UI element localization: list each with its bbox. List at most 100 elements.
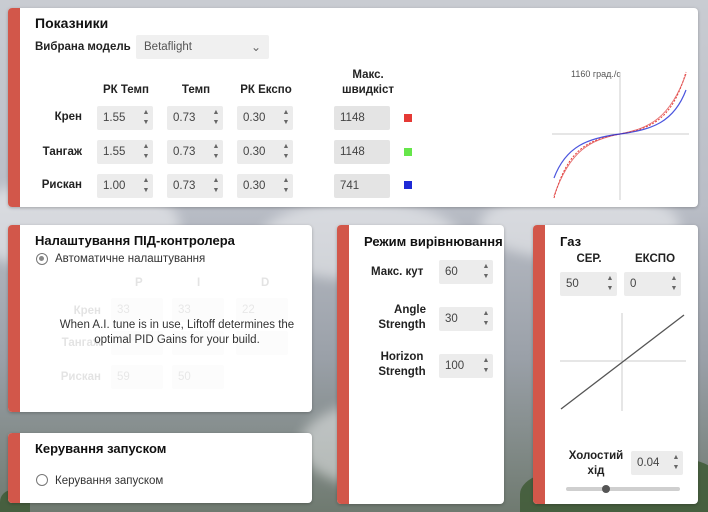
panel-accent [8, 225, 20, 412]
max-speed-pitch: 1148 [334, 140, 390, 164]
col-i: I [197, 277, 201, 289]
launch-title: Керування запуском [35, 441, 167, 456]
col-p: P [135, 277, 143, 289]
color-swatch-pitch [404, 148, 412, 156]
rate-input-yaw[interactable]: 0.73 ▲ ▼ [167, 174, 223, 198]
spinner-icon[interactable]: ▲ ▼ [281, 176, 291, 196]
throttle-mid-label: СЕР. [576, 253, 602, 265]
angle-strength-label-1: Angle [394, 304, 426, 316]
rc-rate-input-roll[interactable]: 1.55 ▲ ▼ [97, 106, 153, 130]
spinner-icon[interactable]: ▲ ▼ [481, 356, 491, 376]
value: 50 [566, 278, 579, 290]
panel-accent [8, 433, 20, 503]
horizon-strength-label-2: Strength [378, 366, 426, 378]
spinner-icon[interactable]: ▲ ▼ [211, 108, 221, 128]
idle-label-1: Холостий [568, 450, 624, 462]
value: 0.30 [243, 180, 266, 192]
value: 0 [630, 278, 637, 290]
col-d: D [261, 277, 270, 289]
throttle-expo-label: ЕКСПО [634, 253, 676, 265]
value: 1.00 [103, 180, 126, 192]
value: 0.73 [173, 146, 196, 158]
throttle-mid-input[interactable]: 50 ▲ ▼ [560, 272, 617, 296]
rates-title: Показники [35, 15, 109, 31]
launch-control-radio[interactable] [36, 474, 48, 486]
spinner-icon[interactable]: ▲ ▼ [481, 309, 491, 329]
rc-expo-input-roll[interactable]: 0.30 ▲ ▼ [237, 106, 293, 130]
max-angle-input[interactable]: 60 ▲ ▼ [439, 260, 493, 284]
launch-control-label[interactable]: Керування запуском [55, 475, 163, 487]
angle-strength-input[interactable]: 30 ▲ ▼ [439, 307, 493, 331]
rc-expo-input-yaw[interactable]: 0.30 ▲ ▼ [237, 174, 293, 198]
rc-rate-input-pitch[interactable]: 1.55 ▲ ▼ [97, 140, 153, 164]
idle-input[interactable]: 0.04 ▲ ▼ [631, 451, 683, 475]
value: 1.55 [103, 112, 126, 124]
value: 100 [445, 360, 465, 372]
spinner-icon[interactable]: ▲ ▼ [211, 176, 221, 196]
row-label-pitch: Тангаж [42, 146, 82, 158]
p-input-yaw: 59 [111, 365, 163, 389]
idle-label-2: хід [587, 465, 605, 477]
spinner-icon[interactable]: ▲ ▼ [481, 262, 491, 282]
spinner-icon[interactable]: ▲ ▼ [211, 142, 221, 162]
spinner-icon[interactable]: ▲ ▼ [141, 108, 151, 128]
level-mode-panel: Режим вирівнювання Макс. кут 60 ▲ ▼ Angle … [337, 225, 504, 504]
chevron-down-icon: ⌄ [250, 40, 261, 54]
angle-strength-label-2: Strength [378, 319, 426, 331]
spinner-icon[interactable]: ▲ ▼ [281, 108, 291, 128]
value: 0.30 [243, 146, 266, 158]
col-max-speed-2: швидкіст [341, 84, 394, 96]
value: 30 [445, 313, 458, 325]
throttle-expo-input[interactable]: 0 ▲ ▼ [624, 272, 681, 296]
horizon-strength-label-1: Horizon [380, 351, 424, 363]
auto-tune-label[interactable]: Автоматичне налаштування [55, 253, 205, 265]
rate-input-roll[interactable]: 0.73 ▲ ▼ [167, 106, 223, 130]
idle-slider-track[interactable] [566, 487, 680, 491]
throttle-panel: Газ СЕР. ЕКСПО 50 ▲ ▼ 0 ▲ ▼ Холостий хід 0.0… [533, 225, 698, 504]
rates-panel: Показники Вибрана модель Betaflight ⌄ РК… [8, 8, 698, 207]
value: 0.04 [637, 457, 660, 469]
rate-input-pitch[interactable]: 0.73 ▲ ▼ [167, 140, 223, 164]
rc-expo-input-pitch[interactable]: 0.30 ▲ ▼ [237, 140, 293, 164]
value: 0.73 [173, 180, 196, 192]
i-input-yaw: 50 [172, 365, 224, 389]
model-select[interactable]: Betaflight ⌄ [136, 35, 269, 59]
model-label: Вибрана модель [35, 41, 131, 53]
spinner-icon[interactable]: ▲ ▼ [669, 274, 679, 294]
pid-panel: Налаштування ПІД-контролера Автоматичне … [8, 225, 312, 412]
col-rc-expo: РК Експо [240, 84, 292, 96]
throttle-title: Газ [560, 234, 582, 249]
pid-row-roll: Крен [73, 305, 101, 317]
rc-rate-input-yaw[interactable]: 1.00 ▲ ▼ [97, 174, 153, 198]
horizon-strength-input[interactable]: 100 ▲ ▼ [439, 354, 493, 378]
row-label-roll: Крен [54, 111, 82, 123]
max-angle-label: Макс. кут [371, 266, 424, 278]
spinner-icon[interactable]: ▲ ▼ [281, 142, 291, 162]
idle-slider-thumb[interactable] [601, 485, 610, 493]
throttle-curve-graph [560, 313, 686, 411]
color-swatch-roll [404, 114, 412, 122]
spinner-icon[interactable]: ▲ ▼ [141, 142, 151, 162]
panel-accent [533, 225, 545, 504]
color-swatch-yaw [404, 181, 412, 189]
col-rc-rate: РК Темп [102, 84, 150, 96]
panel-accent [8, 8, 20, 207]
level-title: Режим вирівнювання [364, 234, 503, 249]
launch-control-panel: Керування запуском Керування запуском [8, 433, 312, 503]
pid-row-yaw: Рискан [60, 371, 101, 383]
model-select-value: Betaflight [144, 41, 192, 53]
col-max-speed-1: Макс. [352, 69, 384, 81]
value: 60 [445, 266, 458, 278]
rates-curve-graph [552, 71, 689, 200]
pid-title: Налаштування ПІД-контролера [35, 233, 235, 248]
spinner-icon[interactable]: ▲ ▼ [671, 453, 681, 473]
panel-accent [337, 225, 349, 504]
spinner-icon[interactable]: ▲ ▼ [605, 274, 615, 294]
max-speed-yaw: 741 [334, 174, 390, 198]
value: 1.55 [103, 146, 126, 158]
spinner-icon[interactable]: ▲ ▼ [141, 176, 151, 196]
auto-tune-radio[interactable] [36, 253, 48, 265]
ai-tune-notice-line1: When A.I. tune is in use, Liftoff determ… [59, 319, 295, 331]
value: 0.73 [173, 112, 196, 124]
max-speed-roll: 1148 [334, 106, 390, 130]
